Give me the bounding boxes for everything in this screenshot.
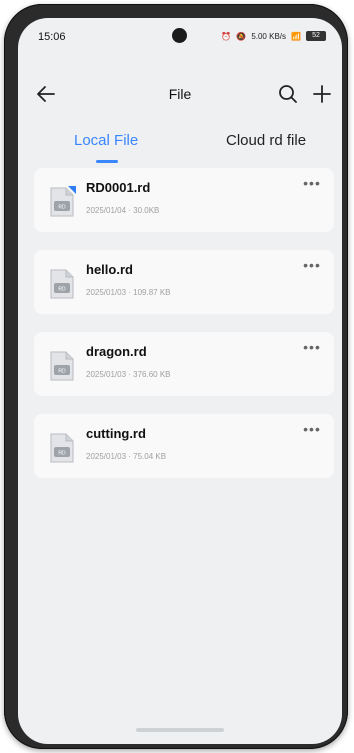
rd-file-icon: RD: [50, 186, 76, 217]
svg-text:RD: RD: [58, 205, 66, 211]
network-speed: 5.00 KB/s: [251, 32, 286, 41]
network-speed-value: 5.00: [251, 31, 267, 41]
rd-file-icon: RD: [50, 433, 74, 463]
file-meta: 2025/01/03 · 376.60 KB: [86, 370, 171, 379]
tab-bar: Local File Cloud rd file: [18, 126, 342, 166]
svg-text:RD: RD: [58, 287, 66, 293]
rd-file-icon: RD: [50, 351, 74, 381]
file-name: RD0001.rd: [86, 180, 151, 195]
search-icon[interactable]: [276, 82, 300, 106]
signal-icon: 📶: [291, 31, 301, 41]
file-list: RD RD0001.rd 2025/01/04 · 30.0KB ••• RD …: [34, 168, 334, 496]
screen: 15:06 ⏰ 🔕 5.00 KB/s 📶 52 File Local File…: [18, 18, 342, 744]
file-card-rd0001[interactable]: RD RD0001.rd 2025/01/04 · 30.0KB •••: [34, 168, 334, 232]
status-bar: 15:06 ⏰ 🔕 5.00 KB/s 📶 52: [18, 18, 342, 58]
more-horizontal-icon[interactable]: •••: [300, 340, 324, 358]
file-card-hello[interactable]: RD hello.rd 2025/01/03 · 109.87 KB •••: [34, 250, 334, 314]
file-name: hello.rd: [86, 262, 133, 277]
phone-frame: 15:06 ⏰ 🔕 5.00 KB/s 📶 52 File Local File…: [4, 4, 348, 749]
file-meta: 2025/01/03 · 75.04 KB: [86, 452, 167, 461]
more-horizontal-icon[interactable]: •••: [300, 176, 324, 194]
rd-file-icon: RD: [50, 269, 74, 299]
tab-cloud-rd-file[interactable]: Cloud rd file: [226, 132, 306, 149]
plus-icon[interactable]: [310, 82, 334, 106]
svg-text:RD: RD: [58, 451, 66, 457]
app-bar: File: [18, 74, 342, 114]
active-tab-indicator: [96, 160, 118, 163]
tab-local-file[interactable]: Local File: [74, 132, 138, 149]
mute-icon: 🔕: [236, 31, 247, 41]
file-name: cutting.rd: [86, 426, 146, 441]
file-meta: 2025/01/04 · 30.0KB: [86, 206, 160, 215]
svg-text:RD: RD: [58, 369, 66, 375]
gesture-bar: [136, 728, 224, 732]
file-name: dragon.rd: [86, 344, 147, 359]
battery-icon: 52: [306, 31, 326, 41]
file-meta: 2025/01/03 · 109.87 KB: [86, 288, 171, 297]
network-speed-unit: KB/s: [269, 31, 287, 41]
front-camera: [172, 28, 187, 43]
status-time: 15:06: [38, 31, 66, 43]
file-card-cutting[interactable]: RD cutting.rd 2025/01/03 · 75.04 KB •••: [34, 414, 334, 478]
file-card-dragon[interactable]: RD dragon.rd 2025/01/03 · 376.60 KB •••: [34, 332, 334, 396]
more-horizontal-icon[interactable]: •••: [300, 422, 324, 440]
more-horizontal-icon[interactable]: •••: [300, 258, 324, 276]
alarm-icon: ⏰: [221, 31, 232, 41]
status-icons: ⏰ 🔕 5.00 KB/s 📶 52: [221, 31, 326, 41]
